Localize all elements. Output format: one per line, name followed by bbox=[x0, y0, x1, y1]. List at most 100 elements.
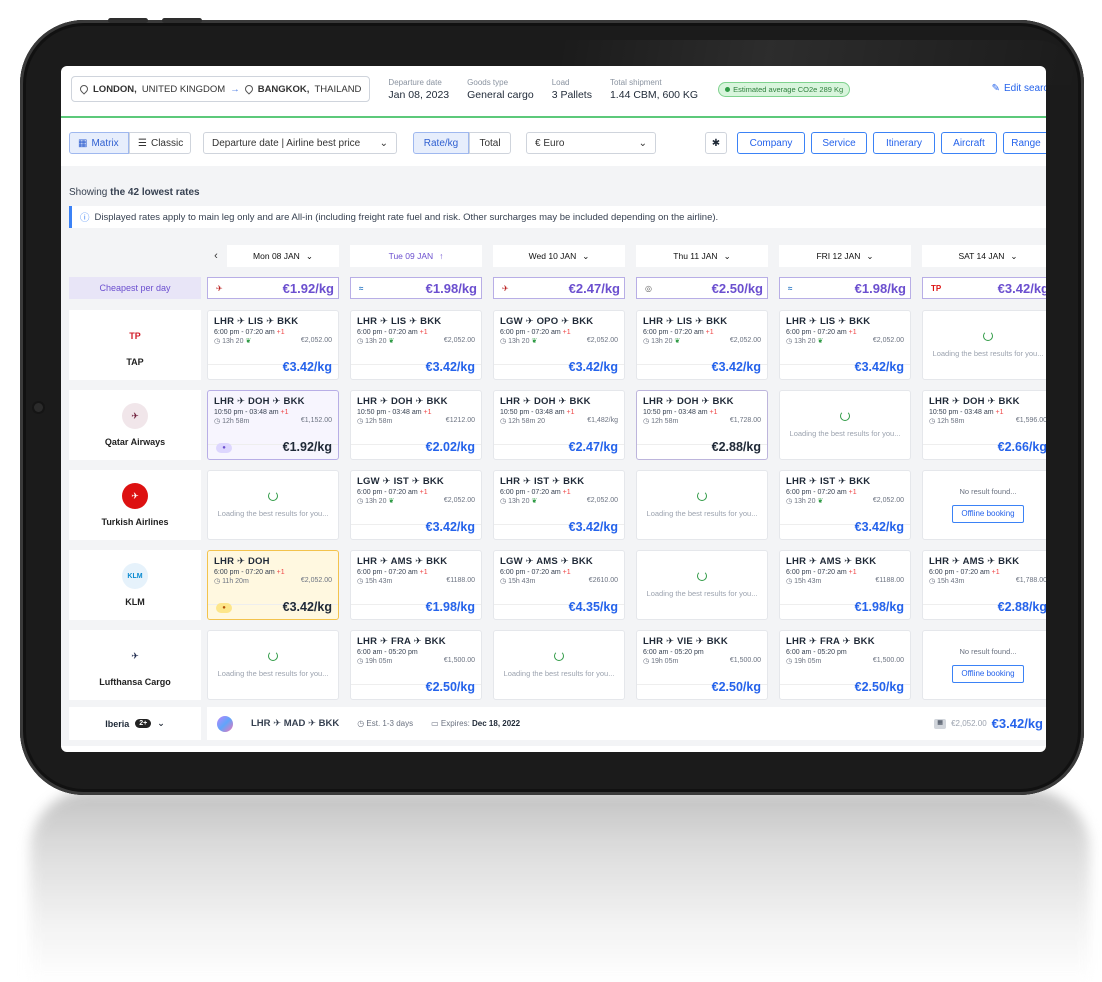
flight-time-text: 6:00 pm - 07:20 am bbox=[500, 489, 561, 496]
flight-time: 6:00 pm - 07:20 am +1 bbox=[214, 329, 332, 336]
airline-cell[interactable]: ✈ Qatar Airways bbox=[69, 390, 201, 460]
airline-cell[interactable]: ✈ Turkish Airlines bbox=[69, 470, 201, 540]
cheapest-cell[interactable]: ✈ €1.92/kg bbox=[207, 277, 339, 299]
rate-card[interactable]: LHR ✈ AMS ✈ BKK 6:00 pm - 07:20 am +1 ◷ 15… bbox=[779, 550, 911, 620]
rate-card[interactable]: LHR ✈ DOH ✈ BKK 10:50 pm - 03:48 am +1 ◷ 1… bbox=[493, 390, 625, 460]
rate-card[interactable]: LHR ✈ LIS ✈ BKK 6:00 pm - 07:20 am +1 ◷ 13… bbox=[636, 310, 768, 380]
rate-price: €3.42/kg bbox=[282, 360, 332, 374]
loading-text: Loading the best results for you... bbox=[646, 589, 758, 598]
loading-text: Loading the best results for you... bbox=[789, 429, 901, 438]
pin-filter-button[interactable]: ✱ bbox=[705, 132, 727, 154]
rate-price: €2.50/kg bbox=[425, 680, 475, 694]
rate-card[interactable]: LHR ✈ DOH 6:00 pm - 07:20 am +1 ◷ 11h 20m €… bbox=[207, 550, 339, 620]
rate-toggle[interactable]: Rate/kg bbox=[413, 132, 469, 154]
origin-country: UNITED KINGDOM bbox=[141, 83, 226, 95]
airline-cell[interactable]: KLM KLM bbox=[69, 550, 201, 620]
rate-card[interactable]: LGW ✈ OPO ✈ BKK 6:00 pm - 07:20 am +1 ◷ 13… bbox=[493, 310, 625, 380]
day-header[interactable]: FRI 12 JAN ⌄ bbox=[779, 245, 911, 267]
flight-time: 10:50 pm - 03:48 am +1 bbox=[929, 409, 1046, 416]
flight-details: ◷ 15h 43m €1188.00 bbox=[786, 577, 904, 585]
rate-card[interactable]: LHR ✈ AMS ✈ BKK 6:00 pm - 07:20 am +1 ◷ 15… bbox=[350, 550, 482, 620]
filter-itinerary[interactable]: Itinerary bbox=[873, 132, 935, 154]
rate-card[interactable]: No result found... Offline booking bbox=[922, 630, 1046, 700]
rate-card[interactable]: LHR ✈ LIS ✈ BKK 6:00 pm - 07:20 am +1 ◷ 13… bbox=[350, 310, 482, 380]
flight-route: LHR ✈ AMS ✈ BKK bbox=[929, 556, 1020, 567]
sort-select[interactable]: Departure date | Airline best price ⌄ bbox=[203, 132, 397, 154]
rate-card[interactable]: Loading the best results for you... bbox=[779, 390, 911, 460]
cheapest-label: Cheapest per day bbox=[69, 277, 201, 299]
airline-cell[interactable]: ✈ Lufthansa Cargo bbox=[69, 630, 201, 700]
no-result-text: No result found... bbox=[959, 647, 1017, 656]
rate-card[interactable]: LHR ✈ VIE ✈ BKK 6:00 am - 05:20 pm ◷ 19h 0… bbox=[636, 630, 768, 700]
rate-card[interactable]: Loading the best results for you... bbox=[493, 630, 625, 700]
filter-range[interactable]: Range bbox=[1003, 132, 1046, 154]
rate-card[interactable]: LHR ✈ DOH ✈ BKK 10:50 pm - 03:48 am +1 ◷ 1… bbox=[922, 390, 1046, 460]
filter-company[interactable]: Company bbox=[737, 132, 805, 154]
total-price: €2,052.00 bbox=[872, 337, 904, 344]
rate-card[interactable]: LHR ✈ DOH ✈ BKK 10:50 pm - 03:48 am +1 ◷ 1… bbox=[207, 390, 339, 460]
filter-aircraft[interactable]: Aircraft bbox=[941, 132, 997, 154]
rate-card[interactable]: LGW ✈ IST ✈ BKK 6:00 pm - 07:20 am +1 ◷ 13… bbox=[350, 470, 482, 540]
co2-text: Estimated average CO2e 289 Kg bbox=[733, 84, 844, 94]
rate-card[interactable]: LHR ✈ DOH ✈ BKK 10:50 pm - 03:48 am +1 ◷ 1… bbox=[636, 390, 768, 460]
flight-time-text: 6:00 am - 05:20 pm bbox=[357, 649, 418, 656]
airline-cell[interactable]: TP TAP bbox=[69, 310, 201, 380]
rate-price: €3.42/kg bbox=[711, 360, 761, 374]
rate-card[interactable]: Loading the best results for you... bbox=[636, 470, 768, 540]
rate-card[interactable]: Loading the best results for you... bbox=[922, 310, 1046, 380]
matrix-view-button[interactable]: ▦ Matrix bbox=[69, 132, 129, 154]
rate-card[interactable]: Loading the best results for you... bbox=[207, 470, 339, 540]
flight-time: 6:00 am - 05:20 pm bbox=[357, 649, 475, 656]
classic-view-button[interactable]: ☰ Classic bbox=[129, 132, 191, 154]
day-label: FRI 12 JAN bbox=[816, 251, 861, 261]
cheapest-cell[interactable]: ✈ €2.47/kg bbox=[493, 277, 625, 299]
info-notice: ⓘ Displayed rates apply to main leg only… bbox=[69, 206, 1046, 228]
iberia-airline[interactable]: Iberia 2+ ⌄ bbox=[69, 707, 201, 740]
departure-value: Jan 08, 2023 bbox=[388, 89, 450, 101]
rate-card[interactable]: LHR ✈ LIS ✈ BKK 6:00 pm - 07:20 am +1 ◷ 13… bbox=[207, 310, 339, 380]
total-toggle[interactable]: Total bbox=[469, 132, 511, 154]
cheapest-cell[interactable]: ≈ €1.98/kg bbox=[779, 277, 911, 299]
location-pin-icon bbox=[243, 83, 255, 95]
rate-card[interactable]: LHR ✈ AMS ✈ BKK 6:00 pm - 07:20 am +1 ◷ 15… bbox=[922, 550, 1046, 620]
filter-service[interactable]: Service bbox=[811, 132, 867, 154]
edit-search-link[interactable]: ✎ Edit search bbox=[992, 83, 1046, 94]
day-header[interactable]: Thu 11 JAN ⌄ bbox=[636, 245, 768, 267]
rate-card[interactable]: LHR ✈ LIS ✈ BKK 6:00 pm - 07:20 am +1 ◷ 13… bbox=[779, 310, 911, 380]
total-price: €2,052.00 bbox=[586, 337, 618, 344]
rate-card[interactable]: LHR ✈ IST ✈ BKK 6:00 pm - 07:20 am +1 ◷ 13… bbox=[779, 470, 911, 540]
prev-days-button[interactable]: ‹ bbox=[207, 245, 225, 267]
rate-card[interactable]: Loading the best results for you... bbox=[636, 550, 768, 620]
rate-card[interactable]: LHR ✈ DOH ✈ BKK 10:50 pm - 03:48 am +1 ◷ 1… bbox=[350, 390, 482, 460]
rate-price: €3.42/kg bbox=[854, 360, 904, 374]
duration-value: 12h 58m bbox=[651, 418, 679, 425]
cheapest-cell[interactable]: TP €3.42/kg bbox=[922, 277, 1046, 299]
cheapest-cell[interactable]: ≈ €1.98/kg bbox=[350, 277, 482, 299]
flight-duration: ◷ 13h 20 ❦ bbox=[357, 497, 394, 505]
day-header[interactable]: Wed 10 JAN ⌄ bbox=[493, 245, 625, 267]
currency-select[interactable]: € Euro ⌄ bbox=[526, 132, 656, 154]
rate-card[interactable]: Loading the best results for you... bbox=[207, 630, 339, 700]
total-price: €1188.00 bbox=[875, 577, 904, 584]
offline-booking-button[interactable]: Offline booking bbox=[952, 665, 1024, 683]
flight-duration: ◷ 13h 20 ❦ bbox=[786, 497, 823, 505]
offline-booking-button[interactable]: Offline booking bbox=[952, 505, 1024, 523]
rate-price: €2.50/kg bbox=[854, 680, 904, 694]
clock-icon: ◷ bbox=[786, 578, 795, 585]
rate-card[interactable]: LHR ✈ IST ✈ BKK 6:00 pm - 07:20 am +1 ◷ 13… bbox=[493, 470, 625, 540]
day-header[interactable]: Mon 08 JAN ⌄ bbox=[227, 245, 339, 267]
iberia-rate-row[interactable]: LHR ✈ MAD ✈ BKK ◷ Est. 1-3 days ▭ Expire… bbox=[207, 707, 1046, 740]
day-header[interactable]: Tue 09 JAN ↑ bbox=[350, 245, 482, 267]
cheapest-cell[interactable]: ◎ €2.50/kg bbox=[636, 277, 768, 299]
rate-card[interactable]: LHR ✈ FRA ✈ BKK 6:00 am - 05:20 pm ◷ 19h 0… bbox=[779, 630, 911, 700]
day-header[interactable]: SAT 14 JAN ⌄ bbox=[922, 245, 1046, 267]
flight-duration: ◷ 12h 58m bbox=[929, 417, 964, 425]
flight-details: ◷ 13h 20 ❦ €2,052.00 bbox=[786, 497, 904, 505]
rate-card[interactable]: LHR ✈ FRA ✈ BKK 6:00 am - 05:20 pm ◷ 19h 0… bbox=[350, 630, 482, 700]
flight-duration: ◷ 13h 20 ❦ bbox=[500, 337, 537, 345]
route-field[interactable]: LONDON, UNITED KINGDOM → BANGKOK, THAILA… bbox=[71, 76, 371, 102]
rate-card[interactable]: LGW ✈ AMS ✈ BKK 6:00 pm - 07:20 am +1 ◷ 15… bbox=[493, 550, 625, 620]
progress-line bbox=[61, 116, 1046, 118]
next-day-marker: +1 bbox=[280, 409, 289, 416]
rate-card[interactable]: No result found... Offline booking bbox=[922, 470, 1046, 540]
